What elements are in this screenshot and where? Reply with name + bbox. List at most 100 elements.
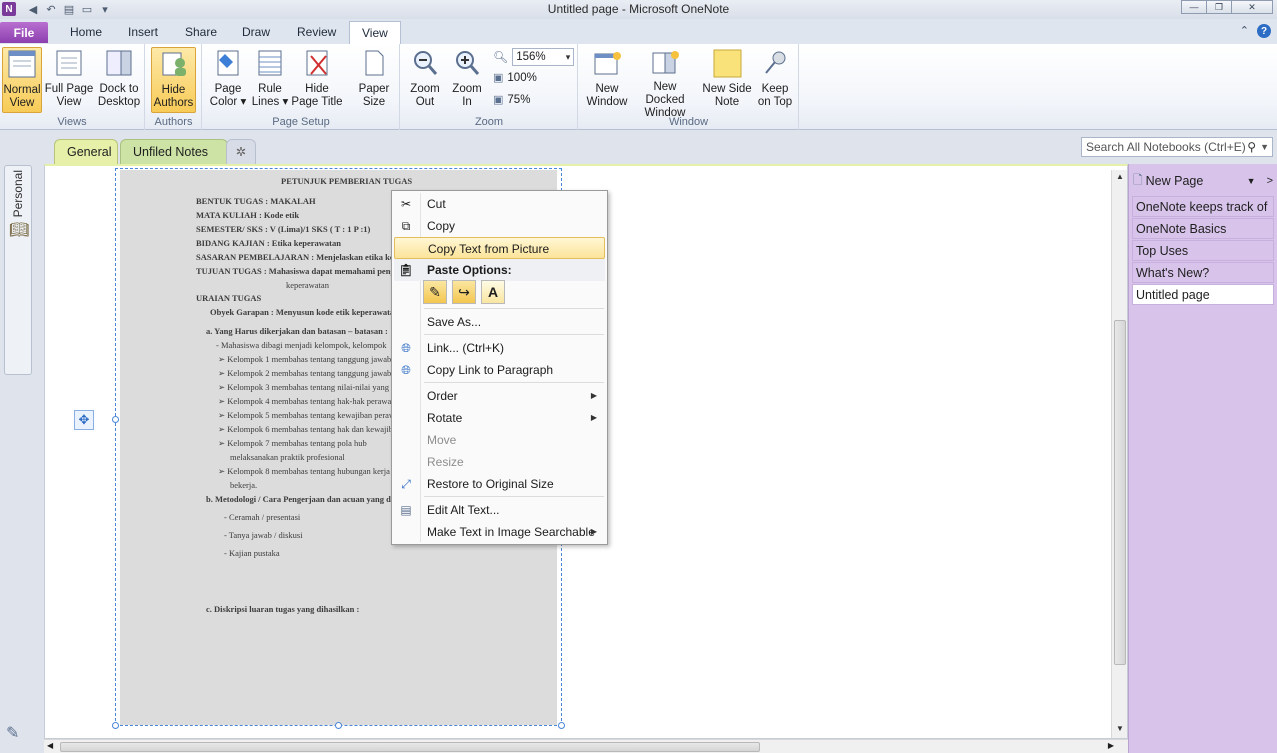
menu-item-save-as[interactable]: Save As... — [394, 311, 605, 333]
new-section-icon[interactable]: ✲ — [226, 139, 256, 164]
group-label-views: Views — [57, 116, 87, 128]
normal-view-button[interactable]: Normal View — [2, 47, 42, 113]
group-label-window: Window — [668, 116, 709, 128]
help-icon[interactable]: ? — [1257, 24, 1271, 38]
group-label-authors: Authors — [154, 116, 193, 128]
menu-separator — [424, 496, 604, 497]
scroll-down-icon[interactable]: ▼ — [1114, 724, 1126, 736]
page-tab[interactable]: OneNote keeps track of — [1132, 196, 1274, 217]
scroll-up-icon[interactable]: ▲ — [1114, 172, 1126, 184]
window-title: Untitled page - Microsoft OneNote — [547, 2, 730, 16]
horizontal-scrollbar[interactable]: ◀ ▶ — [44, 739, 1128, 753]
tab-home[interactable]: Home — [58, 21, 114, 44]
resize-handle-bottom-right[interactable] — [558, 722, 565, 729]
menu-item-copy[interactable]: ⧉ Copy — [394, 215, 605, 237]
menu-separator — [424, 308, 604, 309]
authors-icon — [158, 48, 190, 80]
new-side-note-button[interactable]: New Side Note — [701, 47, 753, 113]
copy-icon: ⧉ — [401, 219, 411, 233]
dock-to-desktop-button[interactable]: Dock to Desktop — [96, 47, 142, 113]
notebook-tab-personal[interactable]: Personal 📖︎ — [4, 165, 32, 375]
menu-item-edit-alt-text[interactable]: ▤ Edit Alt Text... — [394, 499, 605, 521]
resize-handle-bottom[interactable] — [335, 722, 342, 729]
new-page-button[interactable]: 🗋︎ New Page ▼ > — [1133, 172, 1273, 190]
ribbon: Normal View Full Page View Dock to Deskt… — [0, 44, 1277, 130]
minimize-button[interactable]: — — [1181, 0, 1207, 14]
pushpin-icon — [759, 47, 791, 79]
vertical-scrollbar[interactable]: ▲ ▼ — [1111, 170, 1127, 738]
menu-item-rotate[interactable]: Rotate ▶ — [394, 407, 605, 429]
group-label-page-setup: Page Setup — [272, 116, 330, 128]
horizontal-scroll-thumb[interactable] — [60, 742, 760, 752]
group-page-setup: Page Color ▾ Rule Lines ▾ Hide Page Titl… — [203, 44, 400, 130]
menu-separator — [424, 382, 604, 383]
zoom-out-button[interactable]: Zoom Out — [405, 47, 445, 113]
restore-size-icon: ⤢ — [401, 477, 411, 491]
full-page-view-button[interactable]: Full Page View — [44, 47, 94, 113]
submenu-arrow-icon: ▶ — [590, 413, 597, 422]
paste-merge-formatting-icon[interactable]: ↪ — [452, 280, 476, 304]
paste-text-only-icon[interactable]: A — [481, 280, 505, 304]
rule-lines-button[interactable]: Rule Lines ▾ — [249, 47, 291, 113]
menu-header-paste-options: 📋︎ Paste Options: — [394, 259, 605, 281]
page-color-button[interactable]: Page Color ▾ — [207, 47, 249, 113]
group-label-zoom: Zoom — [474, 116, 504, 128]
page-tab[interactable]: Top Uses — [1132, 240, 1274, 261]
section-tab-general[interactable]: General — [54, 139, 118, 164]
link-icon: 🌐︎ — [401, 341, 411, 355]
group-window: New Window New Docked Window New Side No… — [579, 44, 799, 130]
page-tabs-pane: 🗋︎ New Page ▼ > OneNote keeps track of O… — [1128, 164, 1277, 753]
scroll-left-icon[interactable]: ◀ — [47, 741, 53, 750]
tab-insert[interactable]: Insert — [116, 21, 170, 44]
zoom-in-button[interactable]: Zoom In — [447, 47, 487, 113]
new-page-dropdown-icon[interactable]: ▼ — [1247, 176, 1256, 186]
paste-keep-formatting-icon[interactable]: ✎ — [423, 280, 447, 304]
menu-item-copy-link-to-paragraph[interactable]: 🌐︎ Copy Link to Paragraph — [394, 359, 605, 381]
page-tab-active[interactable]: Untitled page — [1132, 284, 1274, 305]
search-input[interactable]: Search All Notebooks (Ctrl+E) ⚲ ▼ — [1081, 137, 1273, 157]
tab-file[interactable]: File — [0, 22, 48, 43]
zoom-select[interactable]: 156% — [512, 48, 575, 66]
tab-draw[interactable]: Draw — [230, 21, 282, 44]
page-color-icon — [212, 47, 244, 79]
close-button[interactable]: ✕ — [1231, 0, 1273, 14]
scissors-icon: ✂ — [400, 197, 412, 211]
zoom-75-button[interactable]: ▣ 75% — [493, 93, 530, 107]
move-handle-icon[interactable]: ✥ — [74, 410, 94, 430]
tab-share[interactable]: Share — [173, 21, 229, 44]
page-tab[interactable]: OneNote Basics — [1132, 218, 1274, 239]
image-context-menu: ✂ Cut ⧉ Copy Copy Text from Picture 📋︎ P… — [391, 190, 608, 545]
pen-icon[interactable]: ✎ — [6, 723, 19, 743]
search-scope-dropdown-icon[interactable]: ▼ — [1260, 138, 1269, 156]
menu-item-cut[interactable]: ✂ Cut — [394, 193, 605, 215]
search-icon[interactable]: ⚲ — [1247, 138, 1256, 156]
page-tab[interactable]: What's New? — [1132, 262, 1274, 283]
new-docked-window-icon — [649, 47, 681, 77]
menu-item-link[interactable]: 🌐︎ Link... (Ctrl+K) — [394, 337, 605, 359]
notebook-nav-pane: > Personal 📖︎ ✎ — [0, 131, 40, 753]
resize-handle-bottom-left[interactable] — [112, 722, 119, 729]
menu-item-copy-text-from-picture[interactable]: Copy Text from Picture — [394, 237, 605, 259]
menu-item-restore-original-size[interactable]: ⤢ Restore to Original Size — [394, 473, 605, 495]
tab-view[interactable]: View — [349, 21, 401, 44]
minimize-ribbon-icon[interactable]: ⌃ — [1240, 24, 1249, 38]
section-tab-unfiled-notes[interactable]: Unfiled Notes — [120, 139, 228, 164]
hide-authors-button[interactable]: Hide Authors — [151, 47, 196, 113]
new-window-button[interactable]: New Window — [583, 47, 631, 113]
window-controls: — ❐ ✕ — [1181, 0, 1273, 14]
zoom-100-button[interactable]: ▣ 100% — [493, 71, 537, 85]
collapse-pages-icon[interactable]: > — [1267, 175, 1273, 187]
tab-review[interactable]: Review — [285, 21, 348, 44]
title-bar: N ◀ ↶ ▤ ▭ ▾ Untitled page - Microsoft On… — [0, 0, 1277, 19]
menu-item-order[interactable]: Order ▶ — [394, 385, 605, 407]
menu-item-make-text-searchable[interactable]: Make Text in Image Searchable ▶ — [394, 521, 605, 543]
vertical-scroll-thumb[interactable] — [1114, 320, 1126, 665]
scroll-right-icon[interactable]: ▶ — [1108, 741, 1114, 750]
resize-handle-left[interactable] — [112, 416, 119, 423]
paper-size-button[interactable]: Paper Size — [353, 47, 395, 113]
new-docked-window-button[interactable]: New Docked Window — [633, 47, 697, 119]
keep-on-top-button[interactable]: Keep on Top — [753, 47, 797, 113]
page-75-icon: ▣ — [493, 94, 504, 106]
hide-page-title-button[interactable]: Hide Page Title — [291, 47, 343, 113]
restore-button[interactable]: ❐ — [1206, 0, 1232, 14]
